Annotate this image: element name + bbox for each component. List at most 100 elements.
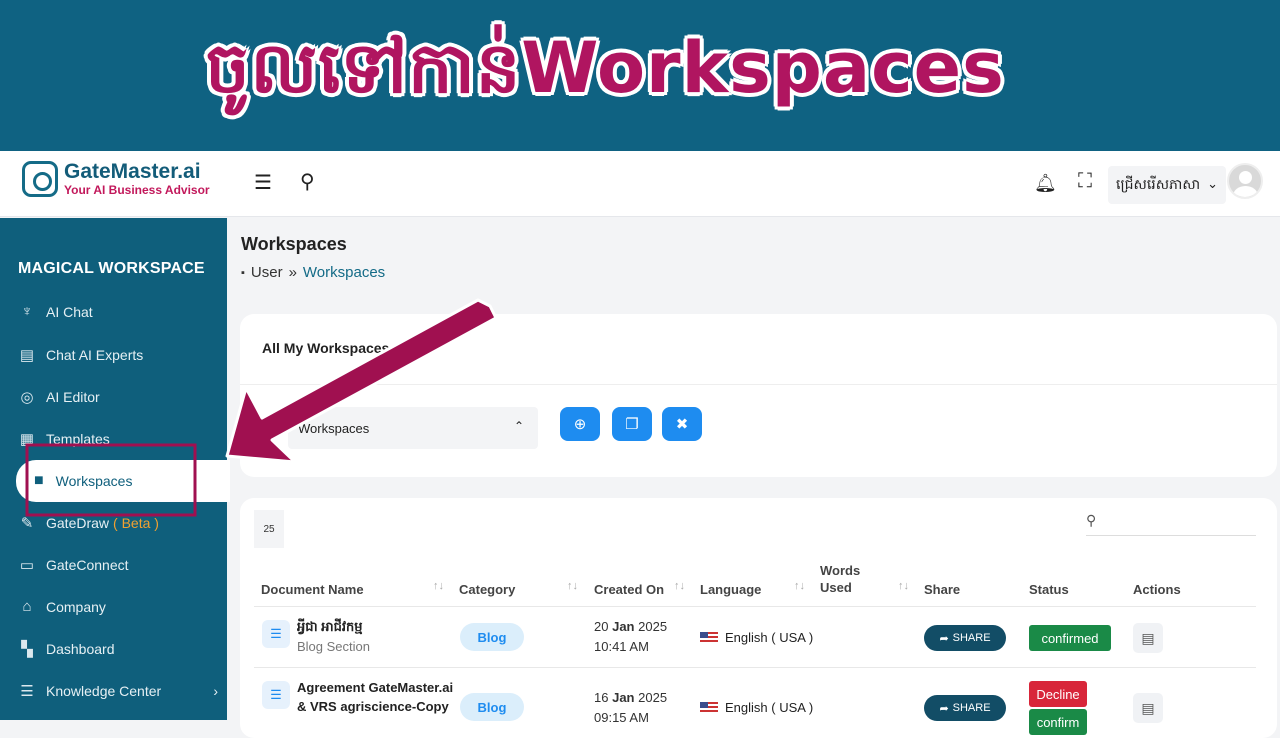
document-action-button[interactable]: ▤ (1133, 693, 1163, 723)
sidebar-item-label: Knowledge Center (46, 683, 162, 699)
date-year: 2025 (638, 690, 668, 705)
sidebar-item-label: GateConnect (46, 557, 129, 573)
workspaces-card-title: All My Workspaces (262, 340, 390, 356)
logo[interactable]: GateMaster.ai Your AI Business Advisor (22, 161, 210, 197)
decline-button[interactable]: Decline (1029, 681, 1087, 707)
add-workspace-button[interactable]: ⊕ (560, 407, 600, 441)
sidebar-item-label: AI Chat (46, 303, 93, 320)
dashboard-icon: ▚ (21, 641, 33, 658)
sort-icon[interactable]: ↑↓ (898, 580, 909, 592)
sidebar-item-knowledge-center[interactable]: ☰ Knowledge Center › (18, 682, 218, 700)
delete-workspace-button[interactable]: ✖ (662, 407, 702, 441)
document-title[interactable]: អ្វីជា អាជីវកម្ម (297, 617, 363, 636)
sidebar-title: MAGICAL WORKSPACE (18, 260, 205, 277)
pencil-icon: ✎ (20, 515, 34, 532)
divider (240, 384, 1277, 385)
sidebar-item-label: GateDraw (46, 515, 110, 531)
share-button[interactable]: ➦ SHARE (924, 695, 1006, 721)
language-cell: English ( USA ) (700, 700, 813, 715)
sort-icon[interactable]: ↑↓ (433, 580, 444, 592)
chevron-down-icon: ⌄ (1207, 176, 1218, 191)
document-action-button[interactable]: ▤ (1133, 623, 1163, 653)
sidebar-item-label: Dashboard (46, 641, 115, 657)
sidebar-item-gatedraw[interactable]: ✎ GateDraw( Beta ) (18, 514, 218, 532)
documents-table-card: 25 ⚲ Document Name ↑↓ Category ↑↓ Create… (240, 498, 1277, 738)
bell-icon[interactable]: 🔔︎ (1034, 172, 1057, 194)
sidebar-item-dashboard[interactable]: ▚ Dashboard (18, 640, 218, 658)
folder-icon: ■ (34, 472, 44, 489)
confirm-button[interactable]: confirm (1029, 709, 1087, 735)
document-icon: ☰ (262, 681, 290, 709)
column-actions: Actions (1133, 582, 1181, 597)
share-button[interactable]: ➦ SHARE (924, 625, 1006, 651)
sidebar-item-label: AI Editor (46, 389, 100, 405)
sidebar-item-ai-chat[interactable]: ♆ AI Chat (18, 303, 218, 320)
column-created-on[interactable]: Created On (594, 582, 664, 597)
language-value: English ( USA ) (725, 700, 814, 715)
robot-icon: ♆ (21, 303, 33, 320)
sidebar-item-label: Chat AI Experts (46, 347, 144, 363)
date-day: 16 (594, 690, 609, 705)
category-badge: Blog (460, 693, 524, 721)
menu-icon[interactable]: ☰ (254, 172, 272, 194)
column-document-name[interactable]: Document Name (261, 582, 364, 597)
date-month: Jan (612, 690, 635, 705)
document-title-line-2: & VRS agriscience-Copy (297, 699, 449, 714)
sidebar-item-gateconnect[interactable]: ▭ GateConnect (18, 556, 218, 574)
created-time: 10:41 AM (594, 639, 649, 654)
avatar[interactable] (1227, 163, 1263, 199)
document-icon: ☰ (262, 620, 290, 648)
date-year: 2025 (638, 619, 668, 634)
language-cell: English ( USA ) (700, 630, 813, 645)
logo-name: GateMaster.ai (64, 160, 201, 183)
workspace-select[interactable]: Workspaces ⌃ (288, 407, 538, 449)
connect-icon: ▭ (19, 557, 35, 574)
breadcrumb-root[interactable]: User (251, 264, 283, 281)
column-category[interactable]: Category (459, 582, 515, 597)
date-month: Jan (612, 619, 635, 634)
banner: ចូលទៅកាន់Workspaces (0, 0, 1280, 151)
column-status: Status (1029, 582, 1069, 597)
column-used-label: Used (820, 580, 852, 595)
sidebar-item-label: Workspaces (55, 473, 133, 489)
sidebar-item-templates[interactable]: ▦ Templates (18, 430, 218, 448)
workspaces-card: All My Workspaces Workspaces ⌃ ⊕ ❐ ✖ (240, 314, 1277, 477)
sidebar-item-label: Templates (46, 431, 110, 447)
sidebar-item-chat-ai-experts[interactable]: ▤ Chat AI Experts (18, 346, 218, 364)
us-flag-icon (700, 701, 718, 714)
column-language[interactable]: Language (700, 582, 761, 597)
date-day: 20 (594, 619, 609, 634)
search-icon[interactable]: ⚲ (300, 171, 315, 193)
beta-badge: ( Beta ) (113, 515, 159, 531)
column-words-used[interactable]: Words Used (820, 563, 860, 595)
language-value: English ( USA ) (725, 630, 814, 645)
topbar: GateMaster.ai Your AI Business Advisor ☰… (0, 151, 1280, 217)
divider (254, 667, 1256, 668)
file-icon: ▤ (1141, 629, 1155, 646)
document-title[interactable]: Agreement GateMaster.ai & VRS agriscienc… (297, 678, 453, 716)
sidebar-item-workspaces[interactable]: ■ Workspaces (16, 460, 230, 502)
page-size-select[interactable]: 25 (254, 510, 284, 548)
language-select[interactable]: ជ្រើសរើសភាសា ⌄ (1108, 166, 1226, 204)
sort-icon[interactable]: ↑↓ (674, 580, 685, 592)
sort-icon[interactable]: ↑↓ (794, 580, 805, 592)
status-badge: confirmed (1029, 625, 1111, 651)
sidebar-item-label: Company (46, 598, 106, 615)
us-flag-icon (700, 631, 718, 644)
copy-icon: ❐ (625, 416, 639, 433)
copy-workspace-button[interactable]: ❐ (612, 407, 652, 441)
created-time: 09:15 AM (594, 710, 649, 725)
sidebar-item-company[interactable]: ⌂ Company (18, 598, 218, 615)
share-label: SHARE (952, 632, 991, 644)
banner-title: ចូលទៅកាន់Workspaces (205, 26, 1005, 109)
logo-tagline: Your AI Business Advisor (64, 183, 210, 197)
table-search-input[interactable]: ⚲ (1086, 508, 1256, 536)
folder-plus-icon: ⊕ (573, 416, 587, 433)
sort-icon[interactable]: ↑↓ (567, 580, 578, 592)
chevron-right-icon: › (213, 683, 218, 699)
sidebar-item-ai-editor[interactable]: ◎ AI Editor (18, 388, 218, 406)
fullscreen-icon[interactable]: ⛶ (1078, 170, 1092, 192)
document-subtitle: Blog Section (297, 639, 370, 654)
breadcrumb-current[interactable]: Workspaces (303, 264, 385, 281)
column-words-label: Words (820, 563, 861, 578)
